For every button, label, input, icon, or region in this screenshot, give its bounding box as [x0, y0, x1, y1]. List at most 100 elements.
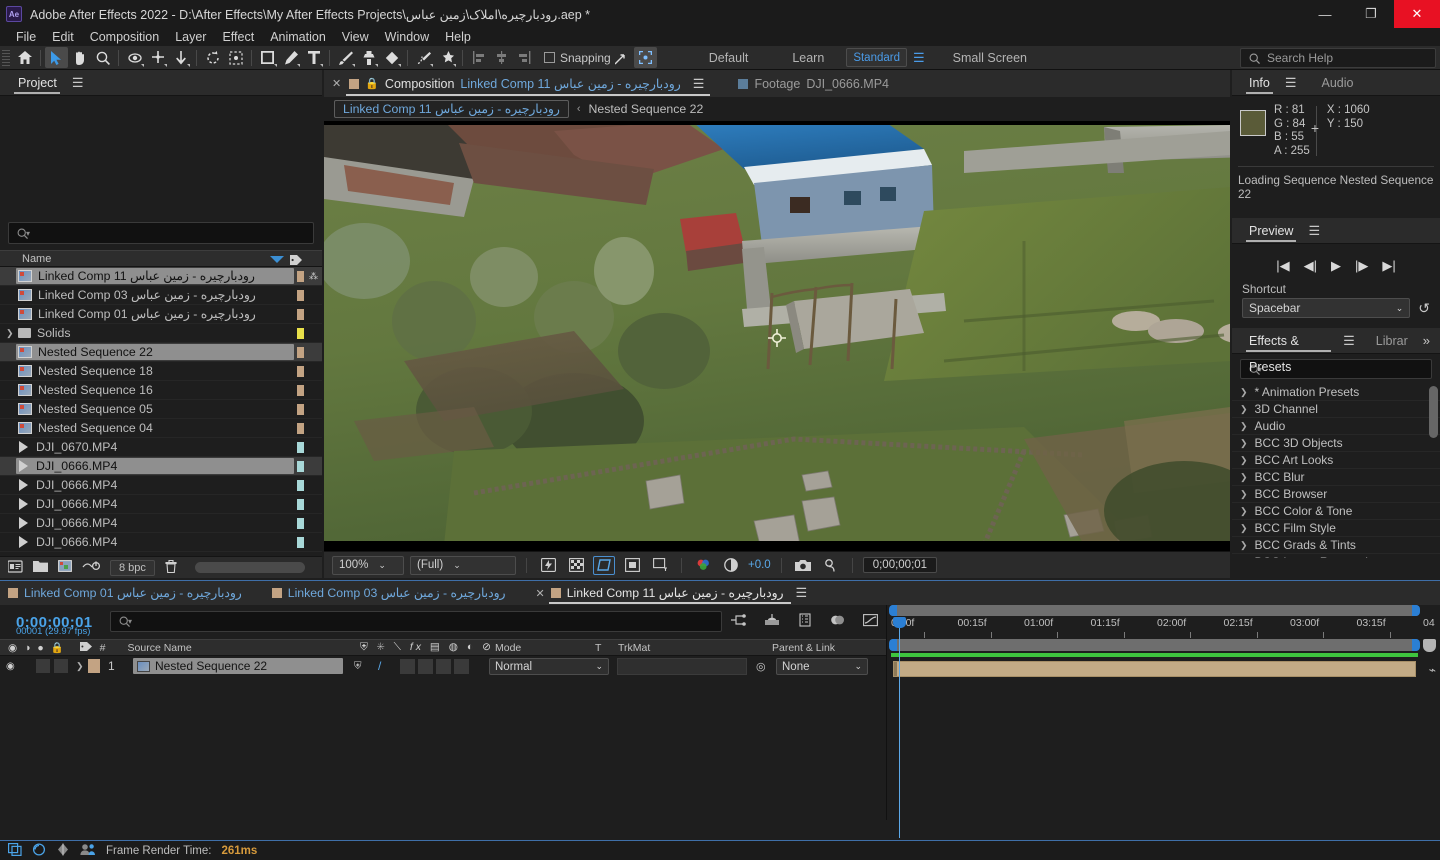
time-ruler[interactable]: 0:00f00:15f01:00f01:15f02:00f02:15f03:00…: [887, 617, 1440, 639]
label-color-swatch[interactable]: [297, 442, 304, 453]
label-color-swatch[interactable]: [297, 271, 304, 282]
label-color-swatch[interactable]: [297, 537, 304, 548]
menu-effect[interactable]: Effect: [214, 28, 262, 46]
shortcut-select[interactable]: Spacebar ⌄: [1242, 298, 1411, 318]
show-snapshot-icon[interactable]: [820, 556, 842, 575]
disclosure-triangle-icon[interactable]: ❯: [1240, 472, 1248, 483]
list-item[interactable]: DJI_0666.MP4: [0, 514, 322, 533]
play-icon[interactable]: ▶: [1331, 258, 1341, 274]
snapping-arrow-icon[interactable]: [611, 47, 634, 68]
layer-frameblend-toggle[interactable]: [418, 658, 433, 674]
fast-previews-icon[interactable]: [537, 556, 559, 575]
list-item[interactable]: DJI_0666.MP4: [0, 457, 322, 476]
eraser-tool-icon[interactable]: [380, 47, 403, 68]
frame-blending-icon[interactable]: [830, 613, 845, 630]
timeline-graph-area[interactable]: 0:00f00:15f01:00f01:15f02:00f02:15f03:00…: [886, 605, 1440, 860]
resolution-select[interactable]: (Full) ⌄: [410, 555, 516, 575]
menu-file[interactable]: File: [8, 28, 44, 46]
breadcrumb-root[interactable]: رودبارچیره - زمین عباس Linked Comp 11: [334, 100, 569, 118]
composition-panel-menu-icon[interactable]: ☰: [687, 76, 711, 92]
workspace-menu-icon[interactable]: ☰: [907, 50, 931, 66]
channel-rgb-icon[interactable]: [692, 556, 714, 575]
tab-libraries[interactable]: Librar: [1367, 328, 1417, 354]
current-time-indicator[interactable]: [893, 617, 906, 628]
roto-brush-tool-icon[interactable]: [412, 47, 435, 68]
list-item[interactable]: ❯ * Animation Presets: [1232, 384, 1440, 401]
anchor-point-indicator[interactable]: [768, 329, 786, 347]
comp-duration-bar[interactable]: [889, 639, 1420, 651]
comp-flowchart-icon[interactable]: [649, 556, 671, 575]
label-color-swatch[interactable]: [297, 366, 304, 377]
disclosure-triangle-icon[interactable]: ❯: [1240, 387, 1248, 398]
layer-solo-toggle[interactable]: [54, 659, 68, 673]
brush-tool-icon[interactable]: [334, 47, 357, 68]
rotation-tool-icon[interactable]: [201, 47, 224, 68]
close-tab-icon[interactable]: ✕: [332, 77, 341, 90]
list-item[interactable]: Nested Sequence 22: [0, 343, 322, 362]
list-item[interactable]: Nested Sequence 05: [0, 400, 322, 419]
column-name-label[interactable]: Name: [0, 253, 51, 265]
close-button[interactable]: ✕: [1394, 0, 1440, 28]
menu-window[interactable]: Window: [377, 28, 437, 46]
workspace-learn[interactable]: Learn: [770, 51, 846, 65]
list-item[interactable]: DJI_0666.MP4: [0, 495, 322, 514]
dolly-tool-icon[interactable]: [169, 47, 192, 68]
list-item[interactable]: DJI_0666.MP4: [0, 476, 322, 495]
info-panel-menu-icon[interactable]: ☰: [1279, 75, 1303, 91]
timeline-panel-menu-icon[interactable]: ☰: [790, 585, 814, 601]
disclosure-triangle-icon[interactable]: ❯: [1240, 540, 1248, 551]
project-settings-icon[interactable]: [82, 560, 101, 575]
menu-layer[interactable]: Layer: [167, 28, 214, 46]
layer-audio-toggle[interactable]: [36, 659, 50, 673]
project-horizontal-scrollbar[interactable]: [194, 562, 305, 573]
label-color-swatch[interactable]: [297, 347, 304, 358]
zoom-level-select[interactable]: 100% ⌄: [332, 555, 404, 575]
list-item[interactable]: ❯ BCC Image Restoration: [1232, 554, 1440, 558]
trkmat-column-label[interactable]: TrkMat: [618, 642, 650, 654]
toolbar-grip[interactable]: [2, 49, 10, 66]
disclosure-triangle-icon[interactable]: ❯: [6, 328, 14, 339]
parent-pickwhip-icon[interactable]: ◎: [756, 660, 766, 673]
project-panel-menu-icon[interactable]: ☰: [66, 75, 90, 91]
list-item[interactable]: ❯ BCC Browser: [1232, 486, 1440, 503]
menu-help[interactable]: Help: [437, 28, 479, 46]
interpret-footage-icon[interactable]: [7, 559, 23, 576]
list-item[interactable]: ❯ 3D Channel: [1232, 401, 1440, 418]
label-color-swatch[interactable]: [297, 309, 304, 320]
bit-depth-button[interactable]: 8 bpc: [110, 559, 155, 576]
reset-icon[interactable]: ↺: [1418, 300, 1430, 317]
disclosure-triangle-icon[interactable]: ❯: [1240, 489, 1248, 500]
previous-frame-icon[interactable]: ◀|: [1304, 258, 1317, 274]
disclosure-triangle-icon[interactable]: ❯: [1240, 421, 1248, 432]
menu-animation[interactable]: Animation: [262, 28, 334, 46]
draft-3d-icon[interactable]: [764, 613, 780, 630]
workspace-standard[interactable]: Standard: [846, 48, 907, 67]
list-item[interactable]: ❯ BCC Color & Tone: [1232, 503, 1440, 520]
layer-source-name[interactable]: Nested Sequence 22: [133, 658, 343, 674]
menu-view[interactable]: View: [334, 28, 377, 46]
composition-viewport[interactable]: [324, 121, 1230, 551]
sort-descending-icon[interactable]: [270, 256, 284, 263]
snapshot-icon[interactable]: [792, 556, 814, 575]
list-item[interactable]: Nested Sequence 18: [0, 362, 322, 381]
list-item[interactable]: ❯ BCC Grads & Tints: [1232, 537, 1440, 554]
tab-composition[interactable]: ✕ 🔒 Composition رودبارچیره - زمین عباس L…: [332, 70, 716, 97]
align-right-icon[interactable]: [513, 47, 536, 68]
layer-quality-icon[interactable]: /: [378, 659, 381, 673]
workspace-small-screen[interactable]: Small Screen: [931, 51, 1049, 65]
list-item[interactable]: ❯ BCC Blur: [1232, 469, 1440, 486]
list-item[interactable]: Nested Sequence 16: [0, 381, 322, 400]
transparency-grid-icon[interactable]: [565, 556, 587, 575]
sync-settings-icon[interactable]: [32, 842, 46, 859]
label-color-swatch[interactable]: [297, 461, 304, 472]
layer-duration-bar[interactable]: [893, 661, 1416, 677]
exposure-value[interactable]: +0.0: [748, 559, 771, 571]
shape-tool-icon[interactable]: [256, 47, 279, 68]
lock-icon[interactable]: 🔒: [365, 77, 379, 90]
layer-fx-toggle[interactable]: [400, 658, 415, 674]
list-item[interactable]: رودبارچیره - زمین عباس Linked Comp 03: [0, 286, 322, 305]
minimize-button[interactable]: —: [1302, 0, 1348, 28]
layer-adjustment-toggle[interactable]: [454, 658, 469, 674]
list-item[interactable]: ❯ Solids: [0, 324, 322, 343]
list-item[interactable]: DJI_0666.MP4: [0, 533, 322, 552]
